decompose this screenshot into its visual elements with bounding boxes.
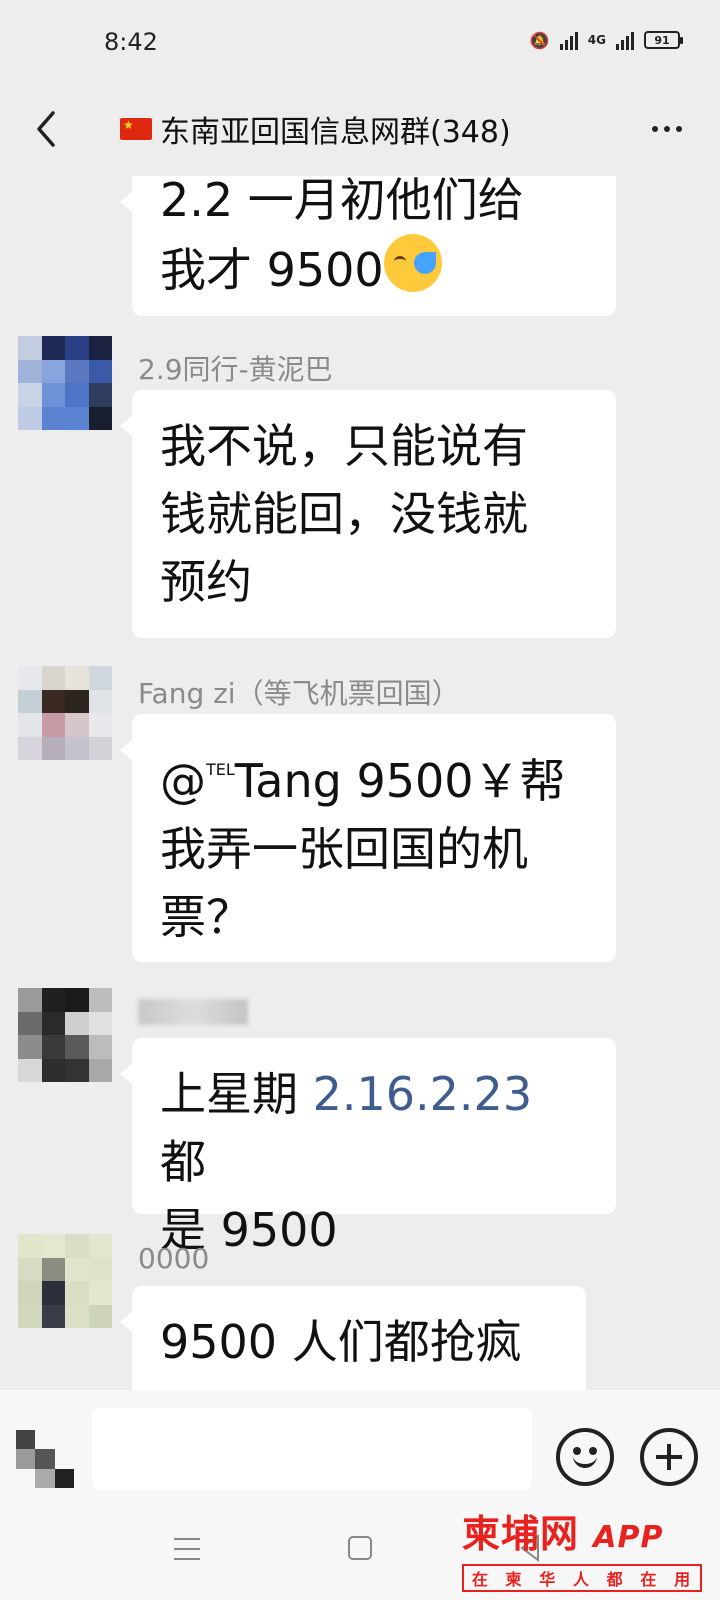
more-options-button[interactable] [642, 104, 692, 154]
chevron-left-icon [37, 111, 55, 147]
mute-bell-icon: 🔕 [529, 30, 550, 50]
message-text: 我才 9500 [160, 243, 384, 297]
message-list[interactable]: 2.2 一月初他们给 我才 9500 2.9同行-黄泥巴 我不说，只能说有 钱就… [0, 176, 720, 1390]
site-watermark: 柬埔网 APP 在 柬 华 人 都 在 用 [462, 1512, 712, 1594]
signal-r-icon [559, 30, 578, 50]
message-line: 上星期 2.16.2.23 都 [160, 1060, 590, 1196]
more-dot-icon [664, 126, 670, 132]
face-with-tears-of-joy-icon [383, 234, 442, 292]
message-text: 上星期 [160, 1067, 298, 1121]
signal-icon [616, 30, 634, 50]
sender-name: 0000 [138, 1242, 210, 1275]
battery-icon: 91 [644, 31, 683, 49]
message-input[interactable] [92, 1408, 532, 1490]
slogan-char: 柬 [505, 1570, 524, 1589]
china-flag-icon [120, 118, 152, 140]
date-link[interactable]: 2.16.2.23 [313, 1067, 532, 1121]
more-functions-button[interactable] [640, 1428, 698, 1486]
message-line: @TELTang 9500￥帮 [160, 736, 590, 815]
input-bar [0, 1390, 720, 1504]
message-text: 都 [160, 1135, 206, 1189]
chat-title: 东南亚回国信息网群(348) [120, 104, 600, 154]
home-button[interactable] [348, 1536, 372, 1560]
back-button[interactable] [22, 104, 72, 154]
slogan-char: 华 [539, 1570, 558, 1589]
sender-name: 2.9同行-黄泥巴 [138, 353, 333, 386]
message-bubble[interactable]: 上星期 2.16.2.23 都 是 9500 [120, 1038, 616, 1257]
status-time: 8:42 [104, 28, 158, 56]
watermark-brand: 柬埔网 APP [462, 1512, 712, 1560]
watermark-app: APP [593, 1520, 664, 1555]
message-line: 预约 [160, 555, 252, 609]
recent-apps-button[interactable] [174, 1538, 200, 1560]
sender-name-blurred [138, 994, 248, 1027]
message-line: 9500 人们都抢疯 [160, 1315, 522, 1369]
message-bubble[interactable]: @TELTang 9500￥帮 我弄一张回国的机 票？ [120, 714, 616, 962]
status-icons: 🔕 4G 91 [529, 30, 683, 50]
message-line: 我才 9500 [160, 234, 590, 304]
sender-name: Fang zi（等飞机票回国） [138, 677, 460, 710]
emoji-button[interactable] [556, 1428, 614, 1486]
more-dot-icon [652, 126, 658, 132]
avatar[interactable] [18, 988, 112, 1082]
blurred-name [138, 999, 248, 1025]
status-bar: 8:42 🔕 4G 91 [0, 0, 720, 90]
slogan-char: 用 [674, 1570, 693, 1589]
message-bubble[interactable]: 我不说，只能说有 钱就能回，没钱就 预约 [120, 390, 616, 638]
voice-input-button[interactable] [16, 1430, 74, 1488]
network-type: 4G [587, 33, 606, 47]
mention-superscript: TEL [206, 760, 235, 779]
slogan-char: 人 [572, 1570, 591, 1589]
message-line: 钱就能回，没钱就 [160, 487, 528, 541]
avatar[interactable] [18, 336, 112, 430]
more-dot-icon [676, 126, 682, 132]
message-bubble[interactable]: 2.2 一月初他们给 我才 9500 [120, 176, 616, 316]
avatar[interactable] [18, 666, 112, 760]
watermark-brand-text: 柬埔网 [462, 1512, 580, 1556]
watermark-slogan: 在 柬 华 人 都 在 用 [462, 1564, 702, 1592]
slogan-char: 在 [471, 1570, 490, 1589]
avatar[interactable] [18, 1234, 112, 1328]
slogan-char: 都 [606, 1570, 625, 1589]
message-line: 2.2 一月初他们给 [160, 176, 524, 227]
chat-header: 东南亚回国信息网群(348) [0, 90, 720, 176]
battery-level: 91 [654, 33, 670, 47]
slogan-char: 在 [640, 1570, 659, 1589]
message-line: 票？ [160, 890, 252, 944]
message-bubble[interactable]: 9500 人们都抢疯 [120, 1286, 586, 1390]
message-line: 我不说，只能说有 [160, 419, 528, 473]
message-text: Tang 9500￥帮 [234, 754, 566, 808]
group-name: 东南亚回国信息网群(348) [160, 115, 511, 150]
message-line: 我弄一张回国的机 [160, 822, 528, 876]
message-line: 是 9500 [160, 1203, 338, 1257]
mention-at: @ [160, 754, 206, 808]
smiley-mouth-icon [573, 1454, 597, 1468]
